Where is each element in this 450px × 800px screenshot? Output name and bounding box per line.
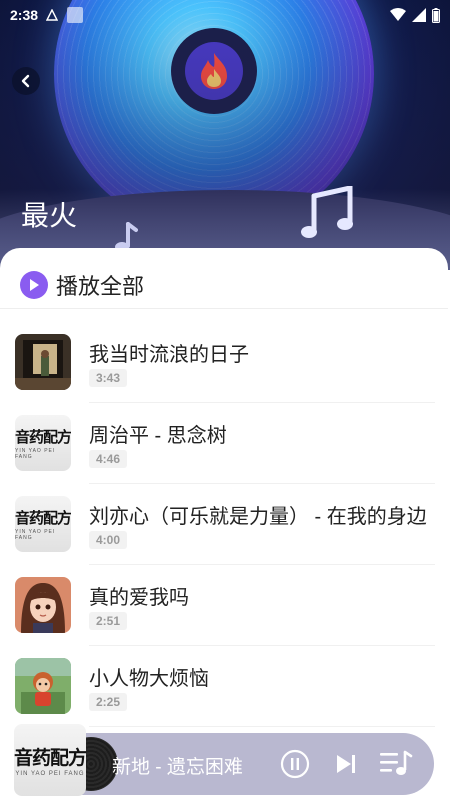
song-duration: 2:25	[89, 693, 128, 711]
play-circle	[20, 271, 48, 299]
song-item[interactable]: 真的爱我吗 2:51	[0, 572, 448, 653]
song-duration: 2:51	[89, 612, 128, 630]
cover-photo-dark	[15, 334, 71, 390]
song-cover: 音药配方 YIN YAO PEI FANG	[15, 496, 71, 552]
page-title: 最火	[21, 200, 78, 231]
song-title: 小人物大烦恼	[89, 668, 209, 690]
music-note-icon	[301, 186, 353, 238]
song-title: 刘亦心（可乐就是力量） - 在我的身边	[89, 506, 427, 528]
brand-text: 音药配方	[14, 748, 86, 769]
signal-icon	[412, 8, 426, 22]
song-title: 真的爱我吗	[89, 587, 189, 609]
row-separator	[89, 726, 435, 727]
playlist-button[interactable]	[379, 750, 413, 778]
song-duration: 3:43	[89, 369, 128, 387]
song-cover: 音药配方 YIN YAO PEI FANG	[15, 415, 71, 471]
row-separator	[89, 402, 435, 403]
brand-subtext: YIN YAO PEI FANG	[15, 771, 85, 777]
pause-icon	[280, 749, 310, 779]
brand-cover: 音药配方 YIN YAO PEI FANG	[14, 724, 86, 796]
song-item[interactable]: 我当时流浪的日子 3:43	[0, 329, 448, 410]
cover-anime-girl	[15, 577, 71, 633]
song-duration: 4:00	[89, 531, 128, 549]
status-time: 2:38	[10, 7, 39, 23]
chevron-left-icon	[21, 74, 30, 88]
song-title: 周治平 - 思念树	[89, 425, 227, 447]
pause-button[interactable]	[280, 749, 310, 779]
song-item[interactable]: 音药配方 YIN YAO PEI FANG 刘亦心（可乐就是力量） - 在我的身…	[0, 491, 448, 572]
notification-icon	[46, 9, 59, 21]
play-all-button[interactable]: 播放全部	[20, 270, 144, 300]
brand-text: 音药配方	[15, 429, 71, 446]
brand-cover: 音药配方 YIN YAO PEI FANG	[15, 415, 71, 471]
song-item[interactable]: 小人物大烦恼 2:25	[0, 653, 448, 734]
now-playing-title: 新地 - 遗忘困难	[112, 757, 243, 778]
row-separator	[89, 564, 435, 565]
skip-next-icon	[337, 755, 355, 773]
brand-subtext: YIN YAO PEI FANG	[15, 529, 56, 541]
back-button[interactable]	[12, 67, 40, 95]
status-bar: 2:38	[0, 0, 450, 30]
brand-cover: 音药配方 YIN YAO PEI FANG	[15, 496, 71, 552]
row-separator	[89, 483, 435, 484]
song-item[interactable]: 音药配方 YIN YAO PEI FANG 周治平 - 思念树 4:46	[0, 410, 448, 491]
play-icon	[30, 279, 39, 291]
divider	[0, 308, 448, 309]
row-separator	[89, 645, 435, 646]
song-cover	[15, 658, 71, 714]
song-duration: 4:46	[89, 450, 128, 468]
cover-cartoon	[15, 658, 71, 714]
app-notification-icon	[67, 7, 84, 23]
song-title: 我当时流浪的日子	[89, 344, 249, 366]
next-button[interactable]	[334, 752, 358, 776]
playlist-icon	[380, 750, 413, 775]
hero-banner: 2:38 最火	[0, 0, 450, 270]
play-all-label: 播放全部	[56, 274, 145, 299]
battery-icon	[432, 7, 440, 23]
brand-text: 音药配方	[15, 510, 71, 527]
brand-subtext: YIN YAO PEI FANG	[15, 448, 56, 460]
wifi-icon	[390, 8, 406, 21]
song-list-panel: 播放全部 我当时流浪的日子 3:43 音药配方 YIN YAO PEI FANG…	[0, 248, 448, 800]
now-playing-cover[interactable]: 音药配方 YIN YAO PEI FANG	[14, 724, 86, 796]
song-cover	[15, 334, 71, 390]
song-cover	[15, 577, 71, 633]
